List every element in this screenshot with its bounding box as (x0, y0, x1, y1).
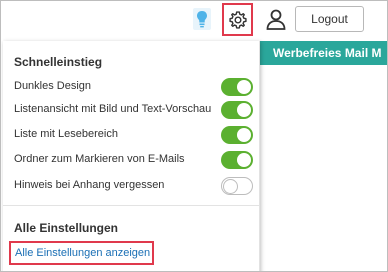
settings-button[interactable] (222, 3, 253, 36)
setting-label: Liste mit Lesebereich (14, 128, 118, 140)
dark-design-toggle[interactable] (221, 78, 253, 96)
setting-row-reading-pane: Liste mit Lesebereich (3, 124, 259, 148)
all-settings-title: Alle Einstellungen (14, 221, 119, 235)
mark-folder-toggle[interactable] (221, 151, 253, 169)
list-view-preview-toggle[interactable] (221, 101, 253, 119)
setting-label: Ordner zum Markieren von E-Mails (14, 153, 185, 165)
setting-label: Hinweis bei Anhang vergessen (14, 179, 165, 191)
attachment-reminder-toggle[interactable] (221, 177, 253, 195)
user-icon[interactable] (265, 8, 287, 30)
setting-row-mark-folder: Ordner zum Markieren von E-Mails (3, 149, 259, 173)
toggle-knob (237, 128, 251, 142)
gear-icon (229, 11, 247, 29)
toggle-knob (237, 103, 251, 117)
lightbulb-icon[interactable] (193, 8, 211, 30)
app-window: Logout Werbefreies Mail M Schnelleinstie… (0, 0, 388, 272)
section-divider (3, 205, 259, 206)
setting-row-attachment-reminder: Hinweis bei Anhang vergessen (3, 175, 259, 199)
setting-row-list-view-preview: Listenansicht mit Bild und Text-Vorschau (3, 99, 259, 123)
top-bar: Logout (1, 1, 387, 41)
setting-label: Listenansicht mit Bild und Text-Vorschau (14, 103, 212, 115)
ad-free-mail-banner[interactable]: Werbefreies Mail M (257, 41, 387, 65)
toggle-knob (237, 80, 251, 94)
toggle-knob (223, 179, 238, 194)
setting-row-dark-design: Dunkles Design (3, 76, 259, 100)
reading-pane-toggle[interactable] (221, 126, 253, 144)
show-all-settings-link[interactable]: Alle Einstellungen anzeigen (15, 247, 150, 259)
show-all-settings-highlight: Alle Einstellungen anzeigen (9, 241, 154, 265)
settings-dropdown: Schnelleinstieg Dunkles Design Listenans… (3, 41, 260, 271)
logout-button[interactable]: Logout (295, 6, 364, 32)
setting-label: Dunkles Design (14, 80, 92, 92)
quick-settings-title: Schnelleinstieg (14, 55, 103, 69)
toggle-knob (237, 153, 251, 167)
